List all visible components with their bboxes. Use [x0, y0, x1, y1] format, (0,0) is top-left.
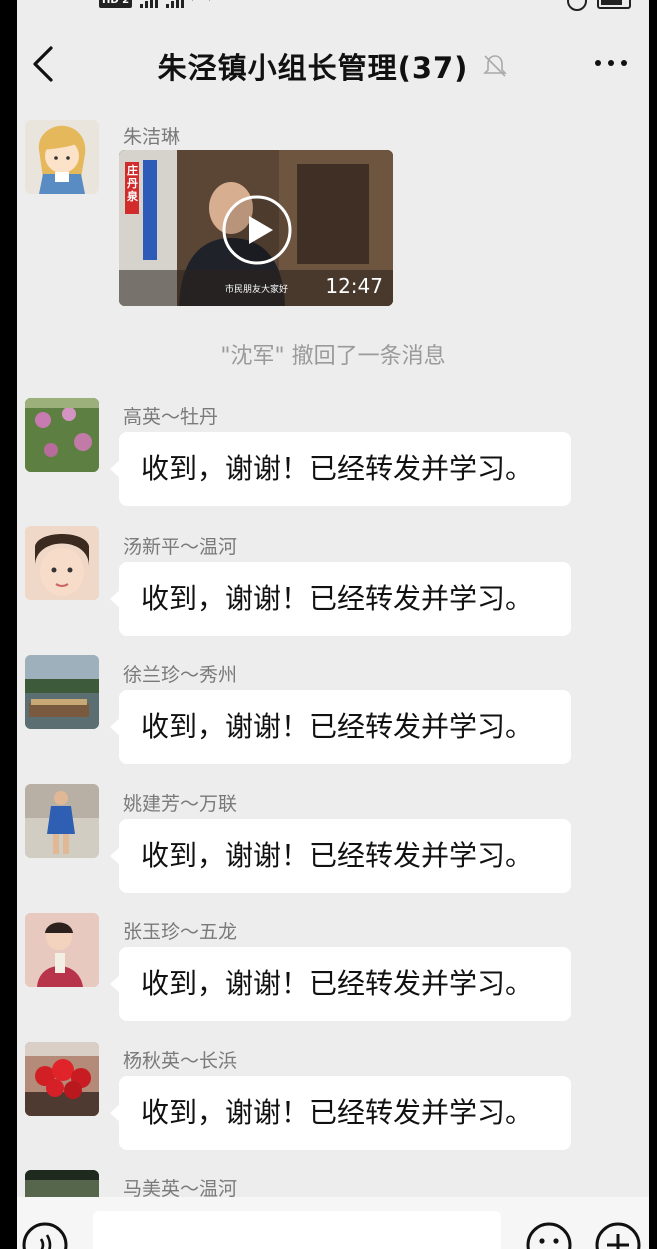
bell-off-icon: [483, 55, 508, 77]
sender-name: 张玉珍～五龙: [123, 921, 238, 943]
input-bar: [17, 1197, 649, 1249]
play-icon[interactable]: [221, 194, 293, 266]
more-dots-icon[interactable]: [593, 48, 629, 78]
message-input[interactable]: [93, 1211, 501, 1249]
message-bubble[interactable]: 收到，谢谢！已经转发并学习。: [110, 1076, 571, 1150]
avatar[interactable]: [25, 1042, 99, 1116]
status-bar: HD 2: [17, 0, 649, 18]
message-bubble[interactable]: 收到，谢谢！已经转发并学习。: [110, 819, 571, 893]
signal-icon: [166, 0, 185, 8]
avatar[interactable]: [25, 913, 99, 987]
message-bubble[interactable]: 收到，谢谢！已经转发并学习。: [110, 562, 571, 636]
avatar[interactable]: [25, 784, 99, 858]
chat-title: 朱泾镇小组长管理(37): [157, 51, 469, 85]
video-banner-text: 庄丹泉: [127, 164, 138, 203]
avatar[interactable]: [25, 398, 99, 472]
hd-badge: HD 2: [99, 0, 133, 8]
message-bubble[interactable]: 收到，谢谢！已经转发并学习。: [110, 690, 571, 764]
title-bar: 朱泾镇小组长管理(37): [17, 18, 649, 108]
battery-icon: [597, 0, 631, 9]
message-bubble[interactable]: 收到，谢谢！已经转发并学习。: [110, 432, 571, 506]
sender-name: 姚建芳～万联: [123, 793, 238, 815]
sender-name: 朱洁琳: [123, 126, 181, 148]
sender-name: 汤新平～温河: [123, 536, 238, 558]
sender-name: 杨秋英～长浜: [123, 1050, 238, 1072]
system-notice: "沈军" 撤回了一条消息: [220, 344, 446, 369]
avatar[interactable]: [25, 655, 99, 729]
wifi-icon: [192, 0, 210, 8]
chat-title-wrap: 朱泾镇小组长管理(37): [17, 45, 649, 87]
avatar[interactable]: [25, 120, 99, 194]
video-duration: 12:47: [325, 274, 383, 298]
chat-screen: HD 2 朱泾镇小组长管理(37) 朱洁琳 庄丹泉 市民朋友大家好 12:47 …: [17, 0, 649, 1249]
video-subtitle: 市民朋友大家好: [225, 285, 289, 295]
video-thumbnail[interactable]: 庄丹泉 市民朋友大家好 12:47: [119, 150, 393, 306]
signal-icon: [140, 0, 159, 8]
sender-name: 徐兰珍～秀州: [123, 664, 238, 686]
voice-icon[interactable]: [21, 1221, 69, 1249]
sender-name: 高英～牡丹: [123, 406, 219, 428]
emoji-icon[interactable]: [525, 1221, 573, 1249]
plus-circle-icon[interactable]: [594, 1221, 642, 1249]
avatar[interactable]: [25, 526, 99, 600]
message-bubble[interactable]: 收到，谢谢！已经转发并学习。: [110, 947, 571, 1021]
eye-icon: [567, 0, 587, 11]
